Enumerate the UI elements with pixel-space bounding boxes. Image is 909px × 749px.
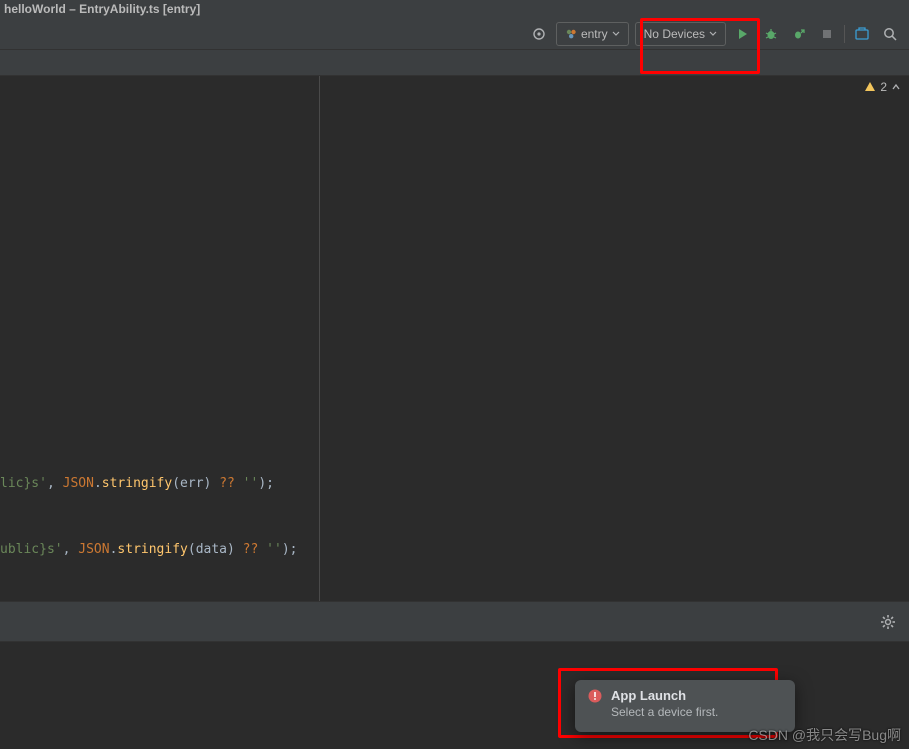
error-icon (587, 688, 603, 704)
chevron-down-icon (612, 30, 620, 38)
editor-pane-right[interactable]: 2 (320, 76, 909, 601)
window-titlebar: helloWorld – EntryAbility.ts [entry] (0, 0, 909, 18)
chevron-up-icon (891, 82, 901, 92)
updates-icon[interactable] (851, 23, 873, 45)
editor-tabstrip (0, 50, 909, 76)
inspection-summary[interactable]: 2 (864, 80, 901, 94)
device-selector[interactable]: No Devices (635, 22, 726, 46)
stop-button[interactable] (816, 23, 838, 45)
code-content: lic}s', JSON.stringify(err) ?? ''); ubli… (0, 451, 297, 583)
bottom-panel-toolbar (0, 601, 909, 641)
module-selector[interactable]: entry (556, 22, 629, 46)
device-label: No Devices (644, 27, 705, 41)
attach-debug-button[interactable] (788, 23, 810, 45)
watermark: CSDN @我只会写Bug啊 (748, 725, 901, 745)
window-title: helloWorld – EntryAbility.ts [entry] (4, 2, 200, 16)
gear-icon[interactable] (877, 611, 899, 633)
search-icon[interactable] (879, 23, 901, 45)
editor-pane-left[interactable]: lic}s', JSON.stringify(err) ?? ''); ubli… (0, 76, 320, 601)
warning-icon (864, 81, 876, 93)
debug-button[interactable] (760, 23, 782, 45)
run-button[interactable] (732, 23, 754, 45)
notification-body: Select a device first. (611, 705, 718, 719)
editor-area: lic}s', JSON.stringify(err) ?? ''); ubli… (0, 76, 909, 601)
chevron-down-icon (709, 30, 717, 38)
target-icon[interactable] (528, 23, 550, 45)
warning-count: 2 (880, 80, 887, 94)
module-label: entry (581, 27, 608, 41)
notification-title: App Launch (611, 688, 718, 703)
main-toolbar: entry No Devices (0, 18, 909, 50)
